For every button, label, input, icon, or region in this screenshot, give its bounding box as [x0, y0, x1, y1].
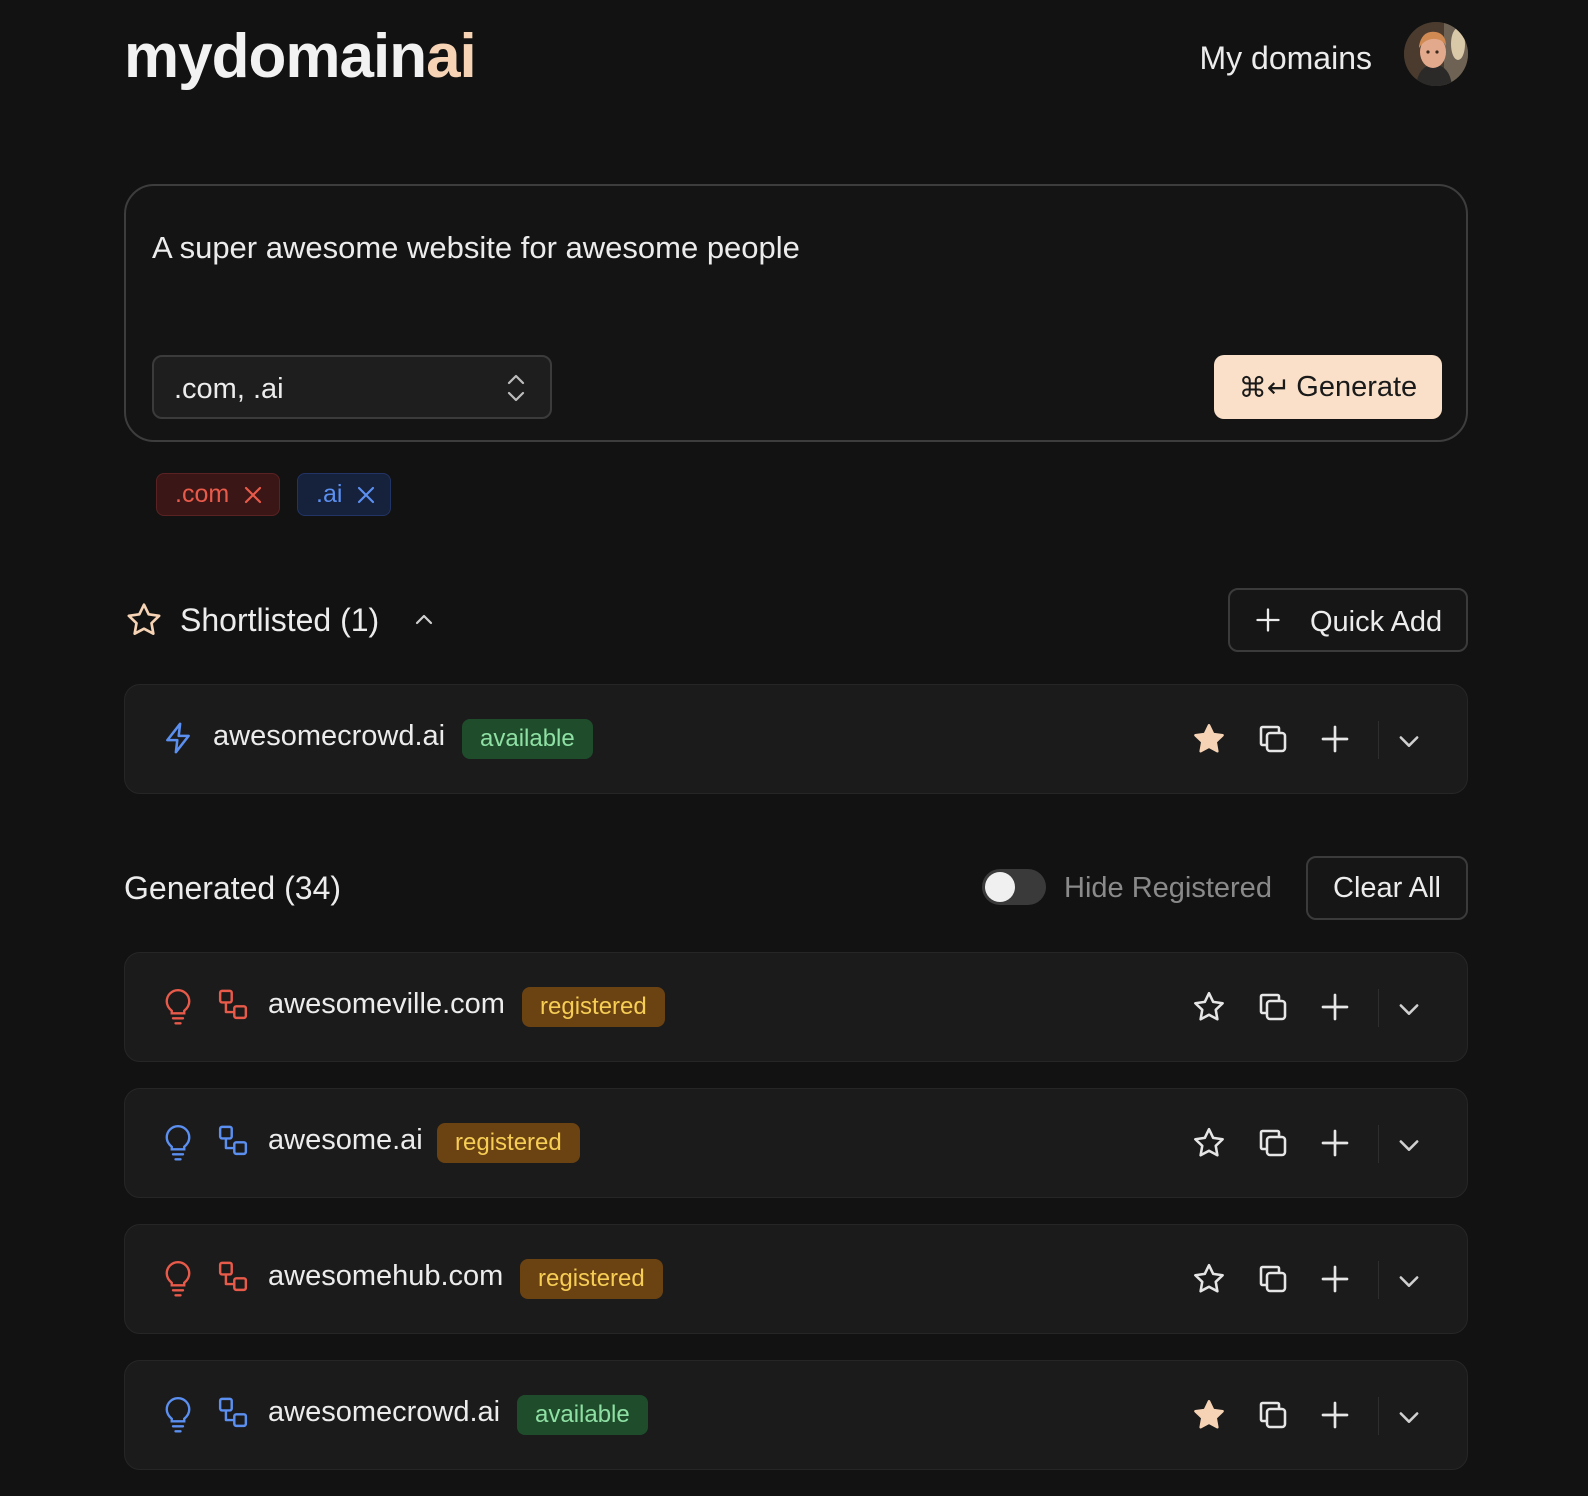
logo-accent: ai [426, 22, 477, 91]
tld-select[interactable]: .com, .ai [152, 355, 552, 419]
toggle-knob [985, 872, 1015, 902]
linked-nodes-icon [217, 1123, 249, 1164]
copy-icon[interactable] [1255, 1397, 1291, 1438]
tld-chip-ai: .ai [297, 473, 391, 516]
tld-select-value: .com, .ai [174, 373, 284, 405]
generate-shortcut: ⌘↵ [1238, 370, 1291, 404]
chevron-up-icon[interactable] [412, 608, 436, 637]
prompt-input[interactable]: A super awesome website for awesome peop… [152, 230, 800, 266]
linked-nodes-icon [217, 1259, 249, 1300]
status-badge: available [462, 719, 593, 759]
tld-chip-label: .com [175, 480, 230, 508]
copy-icon[interactable] [1255, 721, 1291, 762]
copy-icon[interactable] [1255, 1261, 1291, 1302]
generated-row[interactable]: awesome.ai registered [124, 1088, 1468, 1198]
plus-icon [1254, 606, 1282, 642]
hide-registered-toggle[interactable] [982, 869, 1046, 905]
divider [1378, 1261, 1379, 1299]
chevron-down-icon[interactable] [1395, 995, 1423, 1028]
divider [1378, 1397, 1379, 1435]
shortlisted-title: Shortlisted (1) [180, 602, 380, 638]
domain-name[interactable]: awesomeville.com [268, 988, 505, 1021]
lightning-icon [161, 719, 195, 762]
copy-icon[interactable] [1255, 1125, 1291, 1166]
copy-icon[interactable] [1255, 989, 1291, 1030]
close-icon[interactable] [356, 485, 376, 505]
status-badge: registered [437, 1123, 580, 1163]
star-icon[interactable] [1191, 989, 1227, 1030]
lightbulb-icon [163, 987, 193, 1032]
chevron-down-icon[interactable] [1395, 1403, 1423, 1436]
my-domains-link[interactable]: My domains [1200, 38, 1373, 78]
generate-label: Generate [1296, 370, 1418, 403]
quick-add-label: Quick Add [1310, 606, 1443, 638]
generated-header: Generated (34) Hide Registered Clear All [124, 856, 1468, 922]
app-header: mydomainai My domains [124, 18, 1468, 98]
status-badge: available [517, 1395, 648, 1435]
linked-nodes-icon [217, 987, 249, 1028]
close-icon[interactable] [243, 485, 263, 505]
shortlisted-row[interactable]: awesomecrowd.ai available [124, 684, 1468, 794]
lightbulb-icon [163, 1395, 193, 1440]
shortlisted-header: Shortlisted (1) Quick Add [124, 588, 1468, 654]
status-badge: registered [520, 1259, 663, 1299]
lightbulb-icon [163, 1259, 193, 1304]
domain-name[interactable]: awesomecrowd.ai [213, 720, 445, 753]
domain-name[interactable]: awesome.ai [268, 1124, 423, 1157]
status-badge: registered [522, 987, 665, 1027]
avatar[interactable] [1404, 22, 1468, 86]
divider [1378, 989, 1379, 1027]
clear-all-button[interactable]: Clear All [1306, 856, 1468, 920]
plus-icon[interactable] [1319, 991, 1351, 1028]
generated-row[interactable]: awesomeville.com registered [124, 952, 1468, 1062]
plus-icon[interactable] [1319, 1263, 1351, 1300]
quick-add-button[interactable]: Quick Add [1228, 588, 1468, 652]
divider [1378, 1125, 1379, 1163]
chevron-down-icon[interactable] [1395, 1267, 1423, 1300]
star-filled-icon[interactable] [1191, 721, 1227, 762]
hide-registered-label: Hide Registered [1064, 872, 1272, 904]
plus-icon[interactable] [1319, 1399, 1351, 1436]
linked-nodes-icon [217, 1395, 249, 1436]
plus-icon[interactable] [1319, 723, 1351, 760]
star-icon[interactable] [1191, 1125, 1227, 1166]
plus-icon[interactable] [1319, 1127, 1351, 1164]
tld-chip-label: .ai [316, 480, 343, 508]
star-filled-icon[interactable] [1191, 1397, 1227, 1438]
tld-chip-com: .com [156, 473, 280, 516]
star-icon[interactable] [1191, 1261, 1227, 1302]
chevron-down-icon[interactable] [1395, 1131, 1423, 1164]
divider [1378, 721, 1379, 759]
domain-name[interactable]: awesomecrowd.ai [268, 1396, 500, 1429]
star-icon [124, 600, 164, 645]
chevron-up-down-icon [506, 372, 526, 409]
logo[interactable]: mydomainai [124, 22, 477, 92]
domain-name[interactable]: awesomehub.com [268, 1260, 503, 1293]
generated-row[interactable]: awesomecrowd.ai available [124, 1360, 1468, 1470]
prompt-card: A super awesome website for awesome peop… [124, 184, 1468, 442]
lightbulb-icon [163, 1123, 193, 1168]
generated-title: Generated (34) [124, 870, 342, 906]
logo-main: mydomain [124, 22, 427, 91]
chevron-down-icon[interactable] [1395, 727, 1423, 760]
generate-button[interactable]: ⌘↵ Generate [1214, 355, 1442, 419]
generated-row[interactable]: awesomehub.com registered [124, 1224, 1468, 1334]
